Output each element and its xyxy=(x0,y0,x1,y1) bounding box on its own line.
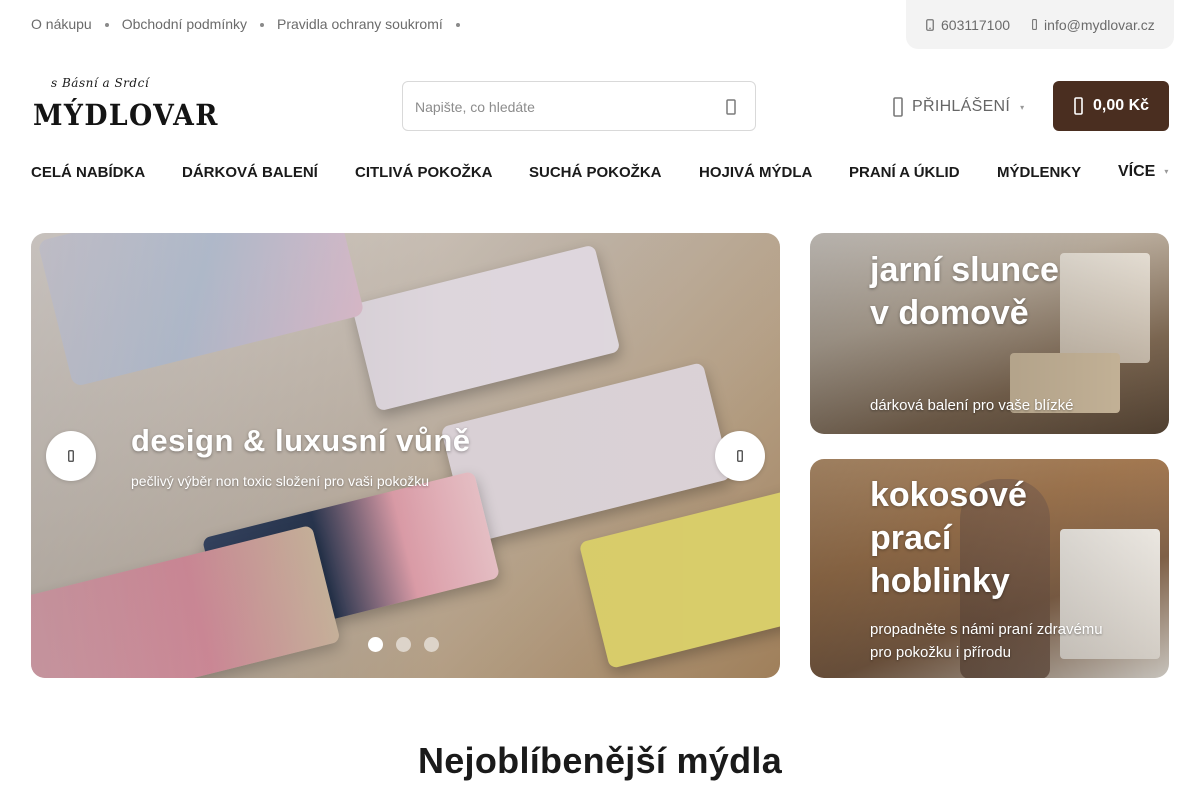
search-input[interactable] xyxy=(415,96,705,118)
nav-item-gift-packs[interactable]: DÁRKOVÁ BALENÍ xyxy=(182,164,318,181)
slider-dot-1[interactable] xyxy=(368,637,383,652)
slider-dot-2[interactable] xyxy=(396,637,411,652)
cart-amount: 0,00 Kč xyxy=(1093,97,1150,114)
chevron-down-icon: ▾ xyxy=(1164,167,1169,176)
phone-number: 603117100 xyxy=(941,16,1011,33)
logo-tagline: s Básní a Srdcí xyxy=(51,76,150,90)
nav-item-dry-skin[interactable]: SUCHÁ POKOŽKA xyxy=(529,164,662,181)
slider-prev-button[interactable] xyxy=(46,431,96,481)
separator-dot xyxy=(104,23,109,27)
slider-next-button[interactable] xyxy=(715,431,765,481)
cart-button[interactable]: 0,00 Kč xyxy=(1053,81,1169,131)
contact-box: 603117100 info@mydlovar.cz xyxy=(906,0,1174,49)
cart-icon xyxy=(1074,97,1083,115)
search-button[interactable] xyxy=(719,95,743,119)
arrow-right-icon xyxy=(737,450,743,462)
nav-item-soap-dishes[interactable]: MÝDLENKY xyxy=(997,164,1081,181)
phone-icon xyxy=(926,18,934,31)
search-icon xyxy=(726,99,736,115)
slide-title: design & luxusní vůně xyxy=(131,423,471,458)
promo-banner-gift-packs[interactable]: jarní slunce v domově dárková balení pro… xyxy=(810,233,1169,434)
site-logo[interactable]: s Básní a Srdcí MÝDLOVAR xyxy=(31,76,217,138)
nav-item-all-products[interactable]: CELÁ NABÍDKA xyxy=(31,164,145,181)
email-address: info@mydlovar.cz xyxy=(1044,16,1155,33)
info-links: O nákupu Obchodní podmínky Pravidla ochr… xyxy=(31,16,473,32)
promo-subtitle: dárková balení pro vaše blízké xyxy=(870,397,1074,414)
promo-title: jarní slunce v domově xyxy=(870,251,1059,332)
hero-slider[interactable]: design & luxusní vůně pečlivý výběr non … xyxy=(31,233,780,678)
nav-item-laundry-cleaning[interactable]: PRANÍ A ÚKLID xyxy=(849,164,960,181)
login-button[interactable]: PŘIHLÁŠENÍ ▾ xyxy=(893,95,1024,119)
nav-item-healing-soaps[interactable]: HOJIVÁ MÝDLA xyxy=(699,164,812,181)
arrow-left-icon xyxy=(68,450,74,462)
logo-wordmark: MÝDLOVAR xyxy=(33,98,219,132)
separator-dot xyxy=(260,23,265,27)
promo-title: kokosové prací hoblinky xyxy=(870,476,1027,600)
slider-dot-3[interactable] xyxy=(424,637,439,652)
link-privacy[interactable]: Pravidla ochrany soukromí xyxy=(277,16,443,32)
login-label: PŘIHLÁŠENÍ xyxy=(912,98,1011,115)
nav-more-menu[interactable]: VÍCE ▾ xyxy=(1118,163,1168,181)
email-contact[interactable]: info@mydlovar.cz xyxy=(1032,17,1155,33)
mail-icon xyxy=(1032,19,1037,30)
nav-more-label: VÍCE xyxy=(1118,163,1156,180)
slide-subtitle: pečlivý výběr non toxic složení pro vaši… xyxy=(131,473,430,489)
promo-subtitle: propadněte s námi praní zdravému pro pok… xyxy=(870,621,1103,661)
top-bar: O nákupu Obchodní podmínky Pravidla ochr… xyxy=(0,0,1200,50)
slider-pagination xyxy=(368,637,452,652)
promo-banner-laundry-flakes[interactable]: kokosové prací hoblinky propadněte s nám… xyxy=(810,459,1169,678)
nav-item-sensitive-skin[interactable]: CITLIVÁ POKOŽKA xyxy=(355,164,493,181)
user-icon xyxy=(893,97,903,117)
link-terms[interactable]: Obchodní podmínky xyxy=(122,16,247,32)
chevron-down-icon: ▾ xyxy=(1020,102,1025,112)
main-navigation: CELÁ NABÍDKA DÁRKOVÁ BALENÍ CITLIVÁ POKO… xyxy=(31,162,1171,184)
link-about-shopping[interactable]: O nákupu xyxy=(31,16,92,32)
phone-contact[interactable]: 603117100 xyxy=(926,17,1010,33)
separator-dot xyxy=(455,23,460,27)
section-title-popular-soaps: Nejoblíbenější mýdla xyxy=(417,740,783,781)
search-bar xyxy=(402,81,756,131)
